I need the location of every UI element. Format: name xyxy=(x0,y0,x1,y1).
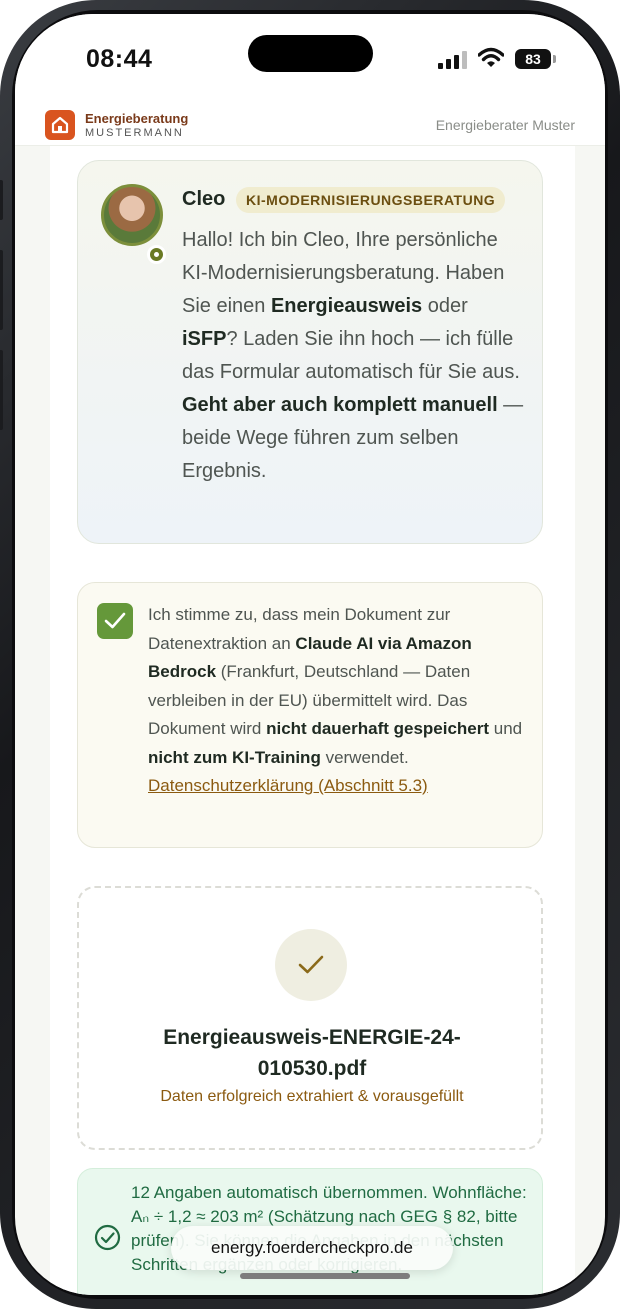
app-header: Energieberatung MUSTERMANN Energieberate… xyxy=(15,104,605,146)
volume-up-button xyxy=(0,250,3,330)
battery-tip xyxy=(553,55,556,63)
upload-dropzone[interactable]: Energieausweis-ENERGIE-24-010530.pdf Dat… xyxy=(77,886,543,1150)
privacy-policy-link[interactable]: Datenschutzerklärung (Abschnitt 5.3) xyxy=(148,776,428,795)
wifi-icon xyxy=(478,47,504,67)
check-icon xyxy=(275,929,347,1001)
avatar xyxy=(101,184,163,246)
consent-card: Ich stimme zu, dass mein Dokument zur Da… xyxy=(77,582,543,848)
checkmark-icon xyxy=(104,612,126,629)
advisor-name: Energieberater Muster xyxy=(435,117,575,133)
house-icon[interactable] xyxy=(45,110,75,140)
home-indicator[interactable] xyxy=(240,1273,410,1279)
uploaded-file-name: Energieausweis-ENERGIE-24-010530.pdf xyxy=(163,1026,461,1080)
main-content: Cleo KI-MODERNISIERUNGSBERATUNG Hallo! I… xyxy=(50,146,575,1295)
status-time: 08:44 xyxy=(86,45,153,73)
phone-frame: 08:44 83 Energieberatung MUSTERMANN Ener… xyxy=(0,0,620,1309)
assistant-message-card: Cleo KI-MODERNISIERUNGSBERATUNG Hallo! I… xyxy=(77,160,543,544)
battery-icon: 83 xyxy=(515,49,551,69)
online-status-icon xyxy=(147,245,166,264)
check-circle-icon xyxy=(94,1224,121,1251)
cellular-signal-icon xyxy=(438,51,468,69)
screen: 08:44 83 Energieberatung MUSTERMANN Ener… xyxy=(15,14,605,1295)
dynamic-island xyxy=(248,35,373,72)
brand-name: Energieberatung xyxy=(85,111,189,126)
upload-status: Daten erfolgreich extrahiert & vorausgef… xyxy=(160,1088,464,1105)
mute-switch xyxy=(0,180,3,220)
consent-checkbox[interactable] xyxy=(97,603,133,639)
brand-subtitle: MUSTERMANN xyxy=(85,127,184,139)
volume-down-button xyxy=(0,350,3,430)
browser-url-bar[interactable]: energy.foerdercheckpro.de xyxy=(171,1226,453,1270)
assistant-message: Hallo! Ich bin Cleo, Ihre persönliche KI… xyxy=(182,229,524,482)
consent-text: Ich stimme zu, dass mein Dokument zur Da… xyxy=(148,605,523,795)
assistant-role-badge: KI-MODERNISIERUNGSBERATUNG xyxy=(236,187,506,213)
status-bar: 08:44 83 xyxy=(15,14,605,104)
assistant-name: Cleo xyxy=(182,188,226,210)
